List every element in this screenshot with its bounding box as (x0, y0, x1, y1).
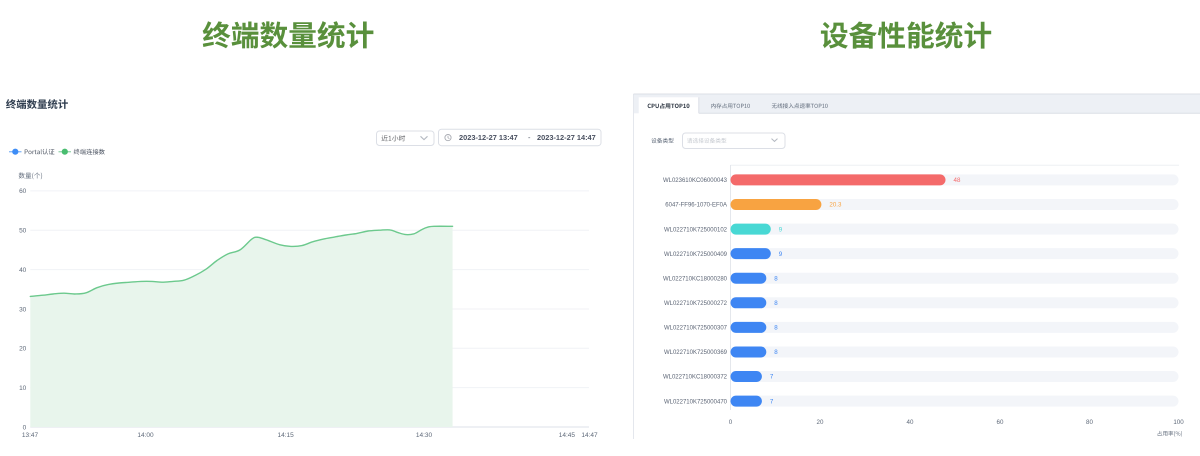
svg-text:2023-12-27 14:47: 2023-12-27 14:47 (537, 133, 596, 142)
svg-text:20: 20 (817, 419, 824, 426)
svg-text:20.3: 20.3 (829, 202, 842, 209)
svg-text:14:15: 14:15 (277, 432, 294, 439)
svg-text:9: 9 (779, 251, 783, 258)
svg-text:30: 30 (19, 306, 27, 313)
svg-text:60: 60 (997, 419, 1004, 426)
svg-text:50: 50 (19, 228, 27, 235)
svg-text:48: 48 (954, 177, 961, 184)
svg-text:6047-FF96-1070-EF0A: 6047-FF96-1070-EF0A (665, 203, 727, 209)
svg-text:14:00: 14:00 (137, 432, 154, 439)
svg-text:13:47: 13:47 (22, 432, 39, 439)
svg-text:60: 60 (19, 188, 27, 195)
svg-text:40: 40 (907, 419, 914, 426)
svg-text:7: 7 (770, 374, 774, 381)
svg-text:80: 80 (1086, 419, 1093, 426)
svg-text:10: 10 (19, 385, 27, 392)
svg-text:WL023610KC06000043: WL023610KC06000043 (663, 178, 728, 184)
svg-text:8: 8 (774, 275, 778, 282)
svg-text:0: 0 (23, 424, 27, 431)
svg-text:14:47: 14:47 (581, 432, 598, 439)
svg-text:2023-12-27 13:47: 2023-12-27 13:47 (459, 133, 518, 142)
svg-text:14:45: 14:45 (559, 432, 576, 439)
svg-text:WL022710K725000102: WL022710K725000102 (664, 227, 728, 233)
svg-text:9: 9 (779, 226, 783, 233)
svg-text:14:30: 14:30 (416, 432, 433, 439)
svg-text:0: 0 (729, 419, 733, 426)
svg-text:WL022710K725000272: WL022710K725000272 (664, 301, 728, 307)
svg-text:7: 7 (770, 398, 774, 405)
svg-text:WL022710KC18000280: WL022710KC18000280 (663, 276, 728, 282)
svg-text:40: 40 (19, 267, 27, 274)
svg-text:20: 20 (19, 346, 27, 353)
svg-text:WL022710K725000307: WL022710K725000307 (664, 326, 728, 332)
svg-text:WL022710K725000470: WL022710K725000470 (664, 399, 728, 405)
svg-text:8: 8 (774, 349, 778, 356)
svg-text:WL022710KC18000372: WL022710KC18000372 (663, 375, 728, 381)
svg-text:WL022710K725000409: WL022710K725000409 (664, 252, 728, 258)
svg-text:8: 8 (774, 325, 778, 332)
svg-text:WL022710K725000369: WL022710K725000369 (664, 350, 728, 356)
svg-text:100: 100 (1173, 419, 1184, 426)
svg-text:8: 8 (774, 300, 778, 307)
